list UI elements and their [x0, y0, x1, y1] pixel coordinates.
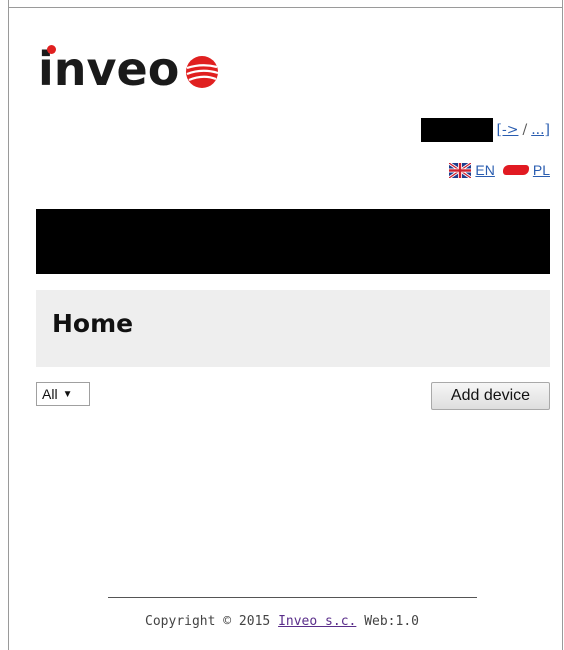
frame-right-border: [562, 0, 563, 650]
footer-divider: [108, 597, 477, 598]
logo-dot-icon: [47, 45, 56, 54]
session-separator: /: [522, 122, 528, 138]
footer-version: Web:1.0: [364, 614, 419, 629]
frame-left-border: [8, 0, 9, 650]
more-link[interactable]: ...]: [531, 122, 550, 138]
brand-name: inveo: [38, 45, 179, 92]
redacted-username: [420, 118, 493, 142]
lang-en-link[interactable]: EN: [475, 162, 494, 178]
brand-logo: inveo: [38, 44, 219, 94]
frame-top-border: [8, 7, 563, 8]
login-link[interactable]: [->: [497, 122, 519, 138]
add-device-button[interactable]: Add device: [431, 382, 550, 410]
session-links: [-> / ...]: [420, 118, 550, 142]
chevron-down-icon: ▼: [62, 388, 73, 400]
globe-logo-icon: [186, 56, 219, 88]
filter-selected-value: All: [42, 386, 58, 402]
language-switcher: EN PL: [449, 162, 550, 178]
brand-name-text: inveo: [38, 42, 180, 96]
redacted-banner: [36, 209, 550, 274]
device-filter-select[interactable]: All ▼: [36, 382, 90, 406]
page-title: Home: [52, 309, 134, 338]
footer: Copyright © 2015 Inveo s.c. Web:1.0: [0, 614, 564, 629]
flag-pl-icon[interactable]: [502, 165, 529, 175]
footer-company-link[interactable]: Inveo s.c.: [278, 614, 356, 629]
lang-pl-link[interactable]: PL: [533, 162, 550, 178]
flag-uk-icon[interactable]: [449, 162, 472, 178]
page-title-bar: Home: [36, 290, 550, 367]
footer-copyright: Copyright © 2015: [145, 614, 271, 629]
